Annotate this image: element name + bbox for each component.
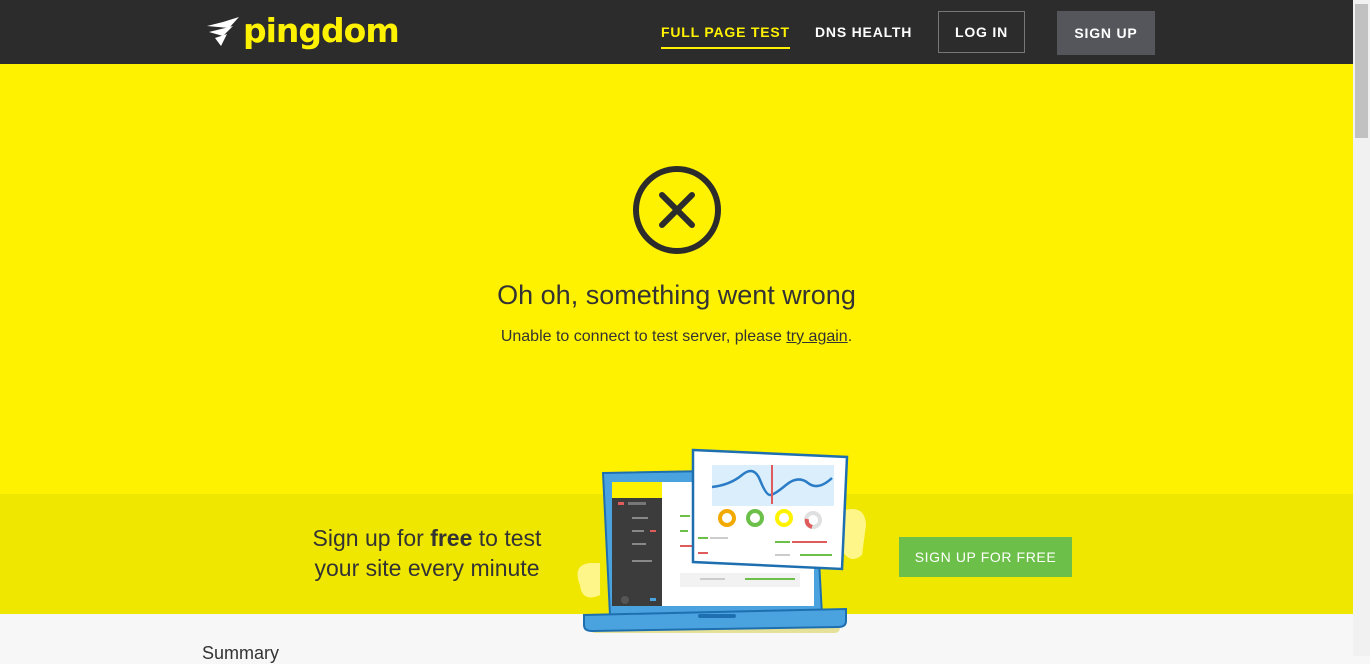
summary-heading: Summary — [202, 643, 280, 663]
pingdom-logo[interactable]: pingdom — [205, 11, 400, 50]
promo-line2: your site every minute — [314, 555, 540, 581]
error-title: Oh oh, something went wrong — [497, 280, 856, 310]
error-message-text: Unable to connect to test server, please — [500, 328, 787, 345]
nav-dns-health[interactable]: DNS HEALTH — [815, 0, 912, 64]
nav-full-page-test[interactable]: FULL PAGE TEST — [661, 0, 790, 64]
circle-x-icon — [633, 166, 721, 254]
error-hero: Oh oh, something went wrong Unable to co… — [0, 64, 1353, 494]
scrollbar-thumb[interactable] — [1355, 4, 1368, 138]
laptop-dashboard-illustration — [577, 448, 866, 633]
error-message: Unable to connect to test server, please… — [0, 327, 1353, 347]
top-nav-bar: pingdom FULL PAGE TEST DNS HEALTH LOG IN… — [0, 0, 1353, 64]
promo-line1-prefix: Sign up for — [312, 525, 431, 551]
error-message-suffix: . — [847, 328, 853, 345]
page-scrollbar[interactable] — [1353, 0, 1370, 656]
promo-line1-suffix: to test — [472, 525, 542, 551]
sign-up-for-free-button[interactable]: SIGN UP FOR FREE — [899, 537, 1072, 577]
log-in-button[interactable]: LOG IN — [938, 11, 1025, 53]
try-again-link[interactable]: try again — [786, 328, 847, 345]
promo-text: Sign up for free to test your site every… — [275, 523, 579, 583]
logo-text: pingdom — [243, 11, 400, 50]
pingdom-bird-icon — [207, 17, 239, 46]
promo-free-word: free — [430, 525, 473, 551]
sign-up-button[interactable]: SIGN UP — [1057, 11, 1155, 55]
